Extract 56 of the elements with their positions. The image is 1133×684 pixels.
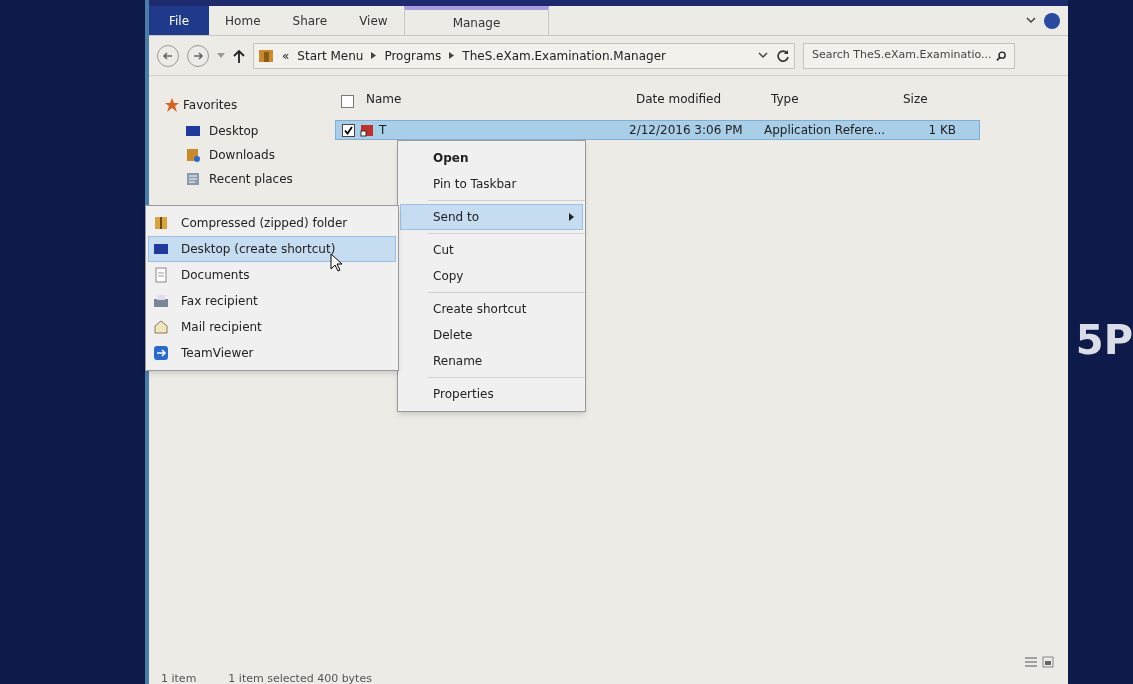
column-header[interactable]: Size (899, 90, 967, 108)
select-all-checkbox[interactable] (341, 95, 354, 108)
breadcrumb-prefix[interactable]: « (282, 46, 290, 65)
ribbon-tab[interactable]: Home (209, 6, 277, 35)
menu-item[interactable]: Send to (400, 204, 583, 230)
menu-item[interactable]: Compressed (zipped) folder (148, 210, 396, 236)
dropdown-caret-icon[interactable] (758, 51, 768, 60)
status-text: 1 item selected 400 bytes (228, 673, 372, 684)
table-cell-text: Application Refere... (763, 122, 887, 139)
menu-item[interactable]: Delete (400, 322, 583, 348)
sidebar-heading[interactable]: Favorites (183, 96, 238, 114)
breadcrumb-item[interactable]: Programs (384, 46, 442, 65)
menu-item[interactable]: Pin to Taskbar (400, 171, 583, 197)
menu-item[interactable]: TeamViewer (148, 340, 396, 366)
menu-item[interactable]: Cut (400, 237, 583, 263)
file-row[interactable]: T 2/12/2016 3:06 PM Application Refere... 1 KB (335, 120, 980, 140)
search-icon[interactable] (995, 49, 1006, 62)
breadcrumb-item[interactable]: TheS.eXam.Examination.Manager (462, 46, 666, 65)
mouse-pointer-icon (330, 253, 344, 273)
table-cell-text: T (378, 122, 388, 139)
large-icons-view-icon[interactable] (1041, 656, 1054, 668)
breadcrumb-item[interactable]: Start Menu (297, 46, 364, 65)
menu-item[interactable]: Rename (400, 348, 583, 374)
chevron-right-icon[interactable] (371, 52, 377, 59)
column-header[interactable]: Type (767, 90, 899, 108)
column-header[interactable]: Date modified (632, 90, 767, 108)
status-text: 1 item (161, 673, 197, 684)
up-arrow-icon[interactable] (233, 48, 245, 63)
ribbon-tab[interactable]: File (149, 6, 210, 35)
ribbon-tab[interactable]: Share (276, 6, 344, 35)
menu-item[interactable]: Desktop (create shortcut) (148, 236, 396, 262)
address-field[interactable]: « Start Menu Programs TheS.eXam.Examination.Manager (253, 42, 795, 69)
menu-item[interactable]: Properties (400, 381, 583, 407)
chevron-down-icon[interactable] (1025, 16, 1036, 25)
search-field[interactable]: Search TheS.eXam.Examinatio... (803, 42, 1015, 69)
chevron-right-icon[interactable] (449, 52, 455, 59)
app-shortcut-icon (359, 122, 375, 138)
sidebar-item[interactable]: Desktop (209, 122, 259, 140)
menu-item[interactable]: Create shortcut (400, 296, 583, 322)
ribbon-tab[interactable]: Manage (403, 6, 550, 35)
menu-item[interactable]: Copy (400, 263, 583, 289)
menu-item[interactable]: Open (400, 145, 583, 171)
menu-item[interactable]: Fax recipient (148, 288, 396, 314)
ribbon-tab[interactable]: View (343, 6, 404, 35)
sidebar-item[interactable]: Recent places (209, 170, 293, 188)
row-checkbox[interactable] (342, 123, 355, 137)
menu-item[interactable]: Mail recipient (148, 314, 396, 340)
table-cell-text: 2/12/2016 3:06 PM (628, 122, 744, 139)
column-header[interactable]: Name (362, 90, 632, 108)
star-icon (165, 98, 179, 112)
table-cell-text: 1 KB (927, 122, 957, 139)
refresh-icon[interactable] (776, 48, 790, 63)
folder-icon (258, 47, 274, 64)
desktop-text: 5P (1075, 320, 1133, 365)
menu-item[interactable]: Documents (148, 262, 396, 288)
sidebar-item[interactable]: Downloads (209, 146, 275, 164)
